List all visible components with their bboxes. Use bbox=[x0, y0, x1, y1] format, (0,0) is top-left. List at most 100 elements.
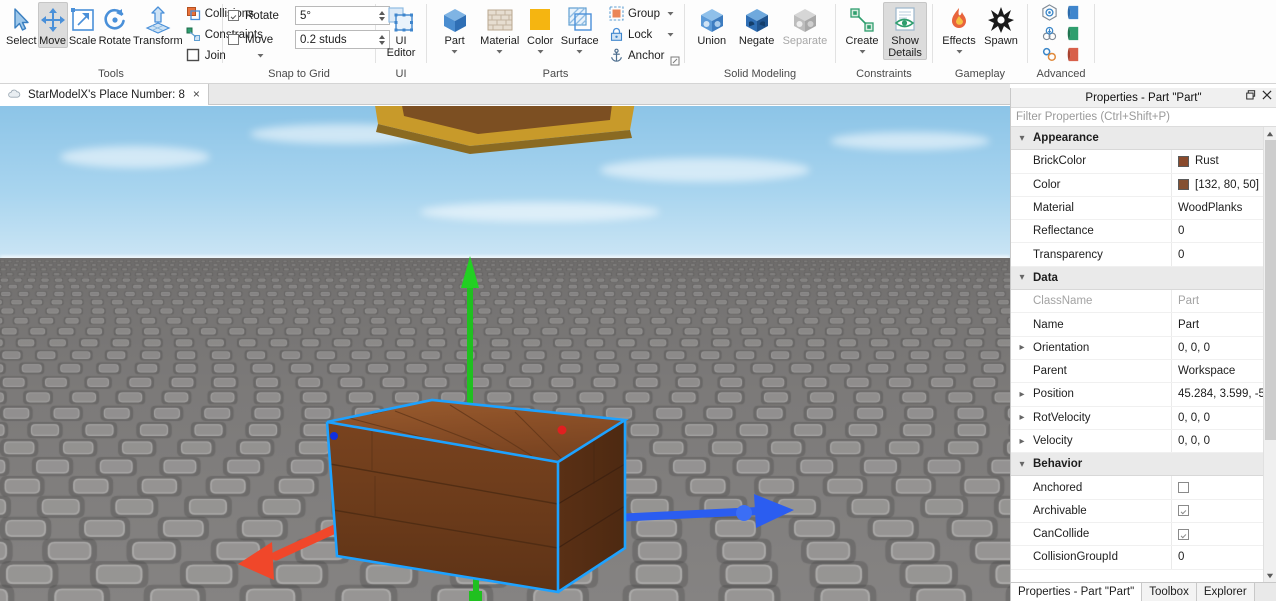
local-script-button[interactable] bbox=[1061, 24, 1085, 45]
property-row-archivable[interactable]: Archivable bbox=[1011, 499, 1263, 524]
chevron-down-icon[interactable] bbox=[666, 9, 675, 18]
chevron-down-icon[interactable]: ▾ bbox=[1011, 272, 1033, 283]
property-value-cell[interactable] bbox=[1171, 523, 1263, 546]
separate-button[interactable]: Separate bbox=[780, 2, 830, 48]
scrollbar-thumb[interactable] bbox=[1265, 140, 1276, 440]
property-row-parent[interactable]: Parent Workspace bbox=[1011, 359, 1263, 384]
property-row-classname[interactable]: ClassName Part bbox=[1011, 290, 1263, 314]
color-swatch[interactable] bbox=[1178, 155, 1189, 167]
chevron-right-icon[interactable]: ▸ bbox=[1011, 412, 1033, 423]
property-value-cell[interactable]: Workspace bbox=[1171, 359, 1263, 383]
plugin-settings-button[interactable] bbox=[1037, 45, 1061, 66]
property-value-cell[interactable]: Part bbox=[1171, 290, 1263, 313]
property-row-name[interactable]: Name Part bbox=[1011, 313, 1263, 337]
rotate-tool-button[interactable]: Rotate bbox=[98, 2, 132, 48]
property-value-cell[interactable]: [132, 80, 50] bbox=[1171, 173, 1263, 196]
property-row-transparency[interactable]: Transparency 0 bbox=[1011, 243, 1263, 267]
group-button[interactable]: Group bbox=[607, 3, 679, 24]
material-button[interactable]: Material bbox=[477, 2, 522, 57]
property-row-brickcolor[interactable]: BrickColor Rust bbox=[1011, 150, 1263, 174]
model-settings-button[interactable] bbox=[1037, 3, 1061, 24]
property-row-collisiongroupid[interactable]: CollisionGroupId 0 bbox=[1011, 546, 1263, 570]
part-button[interactable]: Part bbox=[432, 2, 477, 57]
union-button[interactable]: Union bbox=[690, 2, 733, 48]
snap-rotate-checkbox[interactable] bbox=[228, 10, 239, 21]
chevron-down-icon[interactable] bbox=[575, 47, 584, 56]
scale-tool-button[interactable]: Scale bbox=[68, 2, 98, 48]
color-swatch[interactable] bbox=[1178, 179, 1189, 191]
surface-button[interactable]: Surface bbox=[558, 2, 601, 57]
effects-button[interactable]: Effects bbox=[938, 2, 980, 57]
properties-list[interactable]: ▾ Appearance BrickColor Rust Color [132, 80, … bbox=[1011, 127, 1276, 582]
property-value-cell[interactable]: 0 bbox=[1171, 546, 1263, 569]
snap-move-checkbox[interactable] bbox=[228, 34, 239, 45]
chevron-down-icon[interactable] bbox=[955, 47, 964, 56]
property-row-material[interactable]: Material WoodPlanks bbox=[1011, 196, 1263, 221]
property-value-cell[interactable] bbox=[1171, 476, 1263, 499]
script-button[interactable] bbox=[1061, 3, 1085, 24]
bottom-tab-toolbox[interactable]: Toolbox bbox=[1142, 583, 1197, 601]
property-row-anchored[interactable]: Anchored bbox=[1011, 476, 1263, 500]
property-row-velocity[interactable]: ▸ Velocity 0, 0, 0 bbox=[1011, 429, 1263, 454]
close-icon[interactable]: × bbox=[191, 88, 202, 100]
chevron-down-icon[interactable]: ▾ bbox=[1011, 133, 1033, 144]
property-value-cell[interactable]: 0, 0, 0 bbox=[1171, 406, 1263, 429]
create-constraint-button[interactable]: Create bbox=[841, 2, 883, 57]
property-row-reflectance[interactable]: Reflectance 0 bbox=[1011, 220, 1263, 244]
property-category-appearance[interactable]: ▾ Appearance bbox=[1011, 127, 1263, 151]
spawn-button[interactable]: Spawn bbox=[980, 2, 1022, 48]
property-row-rotvelocity[interactable]: ▸ RotVelocity 0, 0, 0 bbox=[1011, 406, 1263, 430]
filter-properties-input[interactable]: Filter Properties (Ctrl+Shift+P) bbox=[1011, 107, 1276, 127]
property-value-cell[interactable]: 0 bbox=[1171, 243, 1263, 266]
properties-scrollbar[interactable] bbox=[1263, 127, 1276, 582]
show-details-button[interactable]: Show Details bbox=[883, 2, 927, 60]
chevron-right-icon[interactable]: ▸ bbox=[1011, 342, 1033, 353]
lock-button[interactable]: Lock bbox=[607, 24, 679, 45]
color-button[interactable]: Color bbox=[522, 2, 558, 57]
chevron-down-icon[interactable] bbox=[495, 47, 504, 56]
property-row-color[interactable]: Color [132, 80, 50] bbox=[1011, 173, 1263, 197]
property-value-cell[interactable]: WoodPlanks bbox=[1171, 196, 1263, 220]
bottom-tab-explorer[interactable]: Explorer bbox=[1196, 583, 1255, 601]
property-value-cell[interactable]: 0, 0, 0 bbox=[1171, 429, 1263, 453]
spawn-star-icon bbox=[987, 6, 1015, 34]
property-row-orientation[interactable]: ▸ Orientation 0, 0, 0 bbox=[1011, 336, 1263, 360]
property-value-cell[interactable]: Rust bbox=[1171, 150, 1263, 173]
scroll-down-button[interactable] bbox=[1264, 569, 1276, 582]
service-button[interactable] bbox=[1037, 24, 1061, 45]
chevron-down-icon[interactable]: ▾ bbox=[1011, 459, 1033, 470]
document-tab[interactable]: StarModelX's Place Number: 8 × bbox=[0, 84, 209, 105]
selected-part-wood-box[interactable] bbox=[300, 386, 660, 601]
property-row-cancollide[interactable]: CanCollide bbox=[1011, 523, 1263, 547]
close-icon[interactable] bbox=[1262, 90, 1272, 103]
property-checkbox[interactable] bbox=[1178, 528, 1189, 540]
move-tool-button[interactable]: Move bbox=[37, 2, 68, 48]
negate-button[interactable]: Negate bbox=[733, 2, 779, 48]
chevron-down-icon[interactable] bbox=[858, 47, 867, 56]
restore-window-icon[interactable] bbox=[1246, 90, 1256, 103]
property-category-data[interactable]: ▾ Data bbox=[1011, 266, 1263, 291]
chevron-down-icon[interactable] bbox=[450, 47, 459, 56]
module-script-button[interactable] bbox=[1061, 45, 1085, 66]
chevron-right-icon[interactable]: ▸ bbox=[1011, 436, 1033, 447]
property-value-cell[interactable]: 45.284, 3.599, -5… bbox=[1171, 383, 1263, 406]
property-value-cell[interactable]: 0, 0, 0 bbox=[1171, 336, 1263, 359]
property-checkbox[interactable] bbox=[1178, 482, 1189, 494]
property-row-position[interactable]: ▸Position 45.284, 3.599, -5… bbox=[1011, 383, 1263, 407]
ui-editor-button[interactable]: UI Editor bbox=[381, 2, 421, 60]
property-value-cell[interactable]: Part bbox=[1171, 313, 1263, 336]
chevron-down-icon[interactable] bbox=[536, 47, 545, 56]
chevron-right-icon[interactable]: ▸ bbox=[1011, 389, 1033, 400]
3d-viewport[interactable]: filehorse.com bbox=[0, 106, 1010, 601]
anchor-button[interactable]: Anchor bbox=[607, 45, 679, 66]
property-value-cell[interactable] bbox=[1171, 499, 1263, 523]
property-checkbox[interactable] bbox=[1178, 505, 1189, 517]
chevron-down-icon[interactable] bbox=[666, 30, 675, 39]
parts-dialog-launcher[interactable] bbox=[670, 56, 680, 66]
bottom-tab-properties[interactable]: Properties - Part "Part" bbox=[1011, 583, 1143, 601]
select-tool-button[interactable]: Select bbox=[5, 2, 38, 48]
transform-tool-button[interactable]: Transform bbox=[132, 2, 184, 48]
scroll-up-button[interactable] bbox=[1264, 127, 1276, 140]
property-category-behavior[interactable]: ▾ Behavior bbox=[1011, 453, 1263, 477]
property-value-cell[interactable]: 0 bbox=[1171, 220, 1263, 243]
